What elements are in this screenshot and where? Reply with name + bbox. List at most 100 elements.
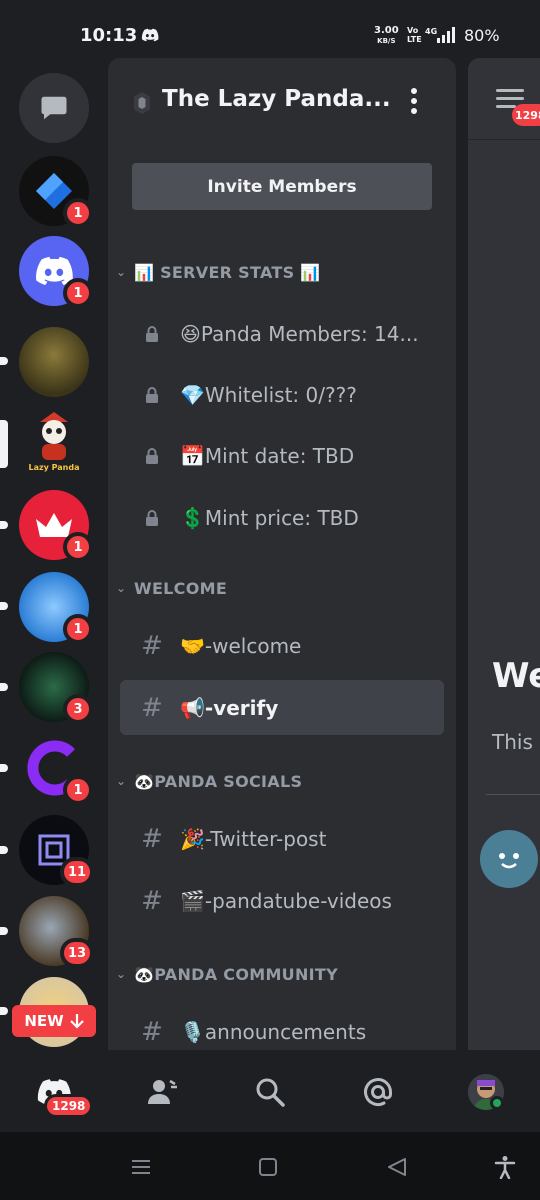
signal-icon: 4G (425, 27, 455, 43)
category-panda-community[interactable]: ⌄ 🐼PANDA COMMUNITY (114, 959, 338, 989)
channel-name: 🎉-Twitter-post (180, 826, 327, 851)
channel-pandatube-videos[interactable]: # 🎬-pandatube-videos (120, 873, 444, 928)
server-icon-pirate[interactable] (19, 327, 89, 397)
online-status-indicator (490, 1096, 504, 1110)
smiley-avatar-icon (499, 853, 519, 869)
chevron-down-icon: ⌄ (115, 967, 127, 981)
panda-logo-icon: Lazy Panda (28, 412, 80, 472)
server-name: The Lazy Panda... (162, 86, 391, 112)
arrow-down-icon (69, 1014, 84, 1029)
friends-tab[interactable] (142, 1072, 182, 1112)
svg-text:4G: 4G (425, 27, 437, 36)
channel-name: 🎬-pandatube-videos (180, 888, 392, 913)
more-options-icon[interactable] (404, 86, 424, 116)
home-button[interactable] (255, 1154, 281, 1180)
lock-icon (132, 509, 172, 527)
unread-badge: 1 (63, 775, 93, 805)
channel-name: 🤝-welcome (180, 633, 302, 658)
channel-whitelist[interactable]: 💎Whitelist: 0/??? (120, 367, 444, 422)
search-tab[interactable] (250, 1072, 290, 1112)
category-panda-socials[interactable]: ⌄ 🐼PANDA SOCIALS (114, 766, 302, 796)
channel-panel: The Lazy Panda... Invite Members ⌄ 📊 SER… (108, 58, 456, 1050)
channel-name: 📢-verify (180, 695, 279, 720)
unread-badge: 1 (63, 614, 93, 644)
mentions-badge: 1298 (512, 104, 540, 126)
channel-name: 💲Mint price: TBD (180, 505, 359, 530)
channel-panda-members[interactable]: 😆Panda Members: 14... (120, 306, 444, 361)
channel-name: 📅Mint date: TBD (180, 443, 355, 468)
discord-notification-icon (141, 28, 159, 42)
channel-announcements[interactable]: # 🎙️announcements (120, 1004, 444, 1050)
new-unreads-button[interactable]: NEW (12, 1005, 96, 1037)
hashtag-icon: # (141, 1016, 163, 1047)
selected-server-indicator (0, 420, 8, 468)
channel-verify[interactable]: # 📢-verify (120, 680, 444, 735)
recents-button[interactable] (128, 1154, 154, 1180)
unread-indicator (0, 357, 8, 365)
unread-indicator (0, 1007, 8, 1015)
unread-indicator (0, 764, 8, 772)
bottom-navigation: 1298 (0, 1050, 540, 1132)
direct-messages-button[interactable] (19, 73, 89, 143)
unread-badge: 13 (60, 938, 95, 968)
channel-twitter-post[interactable]: # 🎉-Twitter-post (120, 811, 444, 866)
server-header[interactable]: The Lazy Panda... (108, 58, 456, 144)
volte-indicator: Vo LTE (407, 26, 422, 44)
lock-icon (132, 386, 172, 404)
channel-name: 😆Panda Members: 14... (180, 321, 419, 346)
network-speed: 3.00 KB/S (374, 25, 399, 46)
mentions-tab[interactable] (358, 1072, 398, 1112)
chat-bubble-icon (41, 96, 67, 120)
channel-mint-price[interactable]: 💲Mint price: TBD (120, 490, 444, 545)
lock-icon (132, 447, 172, 465)
channel-name: 💎Whitelist: 0/??? (180, 382, 357, 407)
unread-indicator (0, 521, 8, 529)
chevron-down-icon: ⌄ (115, 265, 127, 279)
channel-welcome[interactable]: # 🤝-welcome (120, 618, 444, 673)
invite-members-button[interactable]: Invite Members (132, 163, 432, 210)
divider (486, 794, 540, 795)
category-label: 🐼PANDA SOCIALS (134, 771, 303, 791)
search-icon (256, 1078, 285, 1107)
category-server-stats[interactable]: ⌄ 📊 SERVER STATS 📊 (114, 257, 321, 287)
unread-badge: 1 (63, 198, 93, 228)
hashtag-icon: # (141, 885, 163, 916)
hashtag-icon: # (141, 823, 163, 854)
category-welcome[interactable]: ⌄ WELCOME (114, 573, 227, 603)
square-home-icon (259, 1158, 277, 1176)
chevron-down-icon: ⌄ (115, 774, 127, 788)
at-mention-icon (364, 1078, 392, 1107)
accessibility-icon (494, 1156, 516, 1179)
welcome-title: We (492, 656, 540, 696)
svg-text:Lazy Panda: Lazy Panda (28, 463, 79, 472)
chevron-down-icon: ⌄ (115, 581, 127, 595)
category-label: 📊 SERVER STATS 📊 (134, 262, 321, 282)
channel-mint-date[interactable]: 📅Mint date: TBD (120, 428, 444, 483)
unread-indicator (0, 927, 8, 935)
back-button[interactable] (384, 1154, 410, 1180)
accessibility-button[interactable] (492, 1154, 518, 1180)
home-badge: 1298 (44, 1094, 94, 1118)
welcome-subtitle: This (492, 730, 533, 754)
unread-indicator (0, 846, 8, 854)
friends-wave-icon (148, 1079, 177, 1104)
category-label: 🐼PANDA COMMUNITY (134, 964, 339, 984)
server-rail[interactable]: 1 1 Lazy Panda 1 1 3 1 11 13 (0, 70, 108, 1050)
menu-lines-icon (132, 1160, 150, 1174)
unread-indicator (0, 602, 8, 610)
status-time: 10:13 (80, 25, 138, 46)
server-icon-lazy-panda[interactable]: Lazy Panda (19, 407, 89, 477)
back-triangle-icon (388, 1158, 406, 1176)
system-navigation-bar (0, 1132, 540, 1200)
chat-view-peek[interactable]: 1298 We This (468, 58, 540, 1050)
chat-header: 1298 (468, 58, 540, 140)
unread-indicator (0, 683, 8, 691)
unread-badge: 1 (63, 532, 93, 562)
hashtag-icon: # (141, 692, 163, 723)
user-avatar[interactable] (480, 830, 538, 888)
server-boost-icon (134, 92, 150, 114)
unread-badge: 3 (63, 694, 93, 724)
battery-level: 80% (464, 26, 500, 45)
channel-name: 🎙️announcements (180, 1019, 367, 1044)
lock-icon (132, 325, 172, 343)
